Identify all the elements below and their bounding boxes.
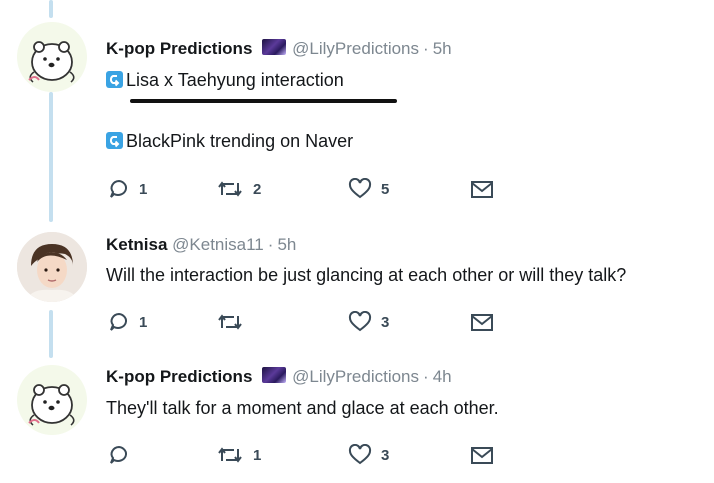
username[interactable]: @LilyPredictions (292, 39, 419, 58)
heart-icon (348, 311, 372, 332)
thread-connector (49, 0, 53, 18)
link-icon (106, 71, 123, 88)
like-button[interactable]: 3 (348, 444, 389, 466)
display-name[interactable]: K-pop Predictions (106, 367, 252, 386)
marker-underline (130, 99, 397, 103)
tweet-header: K-pop Predictions @LilyPredictions · 5h (106, 39, 452, 58)
tweet-header: Ketnisa @Ketnisa11 · 5h (106, 235, 297, 254)
tweet-header: K-pop Predictions @LilyPredictions · 4h (106, 367, 452, 386)
retweet-button[interactable] (216, 311, 253, 333)
tweet-text-line: BlackPink trending on Naver (106, 131, 353, 152)
retweet-icon (218, 447, 242, 463)
galaxy-emoji (262, 39, 287, 55)
envelope-icon (471, 314, 493, 331)
display-name[interactable]: Ketnisa (106, 235, 167, 254)
avatar[interactable] (17, 232, 87, 302)
tweet-text: They'll talk for a moment and glace at e… (106, 398, 499, 418)
like-count: 5 (381, 180, 390, 198)
thread-connector (49, 310, 53, 358)
reply-icon (110, 445, 127, 464)
ice-bear-avatar-icon (28, 41, 75, 83)
like-button[interactable]: 5 (348, 178, 389, 200)
timestamp[interactable]: 5h (433, 39, 452, 58)
timestamp[interactable]: 4h (433, 367, 452, 386)
retweet-count: 1 (253, 446, 262, 464)
tweet-link-text[interactable]: Lisa x Taehyung interaction (126, 70, 344, 90)
tweet-actions: 1 3 (108, 444, 508, 468)
like-count: 3 (381, 313, 390, 331)
retweet-icon (218, 314, 242, 330)
tweet-actions: 1 3 (108, 311, 508, 335)
thread-connector (49, 92, 53, 222)
reply-count: 1 (139, 180, 148, 198)
avatar[interactable] (17, 365, 87, 435)
retweet-button[interactable]: 1 (216, 444, 261, 466)
like-count: 3 (381, 446, 390, 464)
username[interactable]: @Ketnisa11 (172, 235, 264, 254)
ice-bear-avatar-icon (28, 384, 75, 426)
retweet-count: 2 (253, 180, 262, 198)
retweet-icon (218, 181, 242, 197)
dm-button[interactable] (470, 444, 494, 466)
tweet-text-line: Lisa x Taehyung interaction (106, 70, 344, 91)
tweet-text: Will the interaction be just glancing at… (106, 265, 627, 285)
tweet-link-text[interactable]: BlackPink trending on Naver (126, 131, 353, 151)
envelope-icon (471, 447, 493, 464)
reply-count: 1 (139, 313, 148, 331)
reply-button[interactable]: 1 (108, 311, 147, 333)
reply-button[interactable] (108, 444, 139, 466)
avatar[interactable] (17, 22, 87, 92)
envelope-icon (471, 181, 493, 198)
display-name[interactable]: K-pop Predictions (106, 39, 252, 58)
reply-button[interactable]: 1 (108, 178, 147, 200)
username[interactable]: @LilyPredictions (292, 367, 419, 386)
heart-icon (348, 178, 372, 199)
like-button[interactable]: 3 (348, 311, 389, 333)
retweet-button[interactable]: 2 (216, 178, 261, 200)
profile-photo-icon (17, 232, 87, 302)
galaxy-emoji (262, 367, 287, 383)
reply-icon (110, 312, 127, 331)
dm-button[interactable] (470, 178, 494, 200)
dm-button[interactable] (470, 311, 494, 333)
heart-icon (348, 444, 372, 465)
link-icon (106, 132, 123, 149)
reply-icon (110, 179, 127, 198)
tweet-actions: 1 2 5 (108, 178, 508, 202)
timestamp[interactable]: 5h (277, 235, 296, 254)
